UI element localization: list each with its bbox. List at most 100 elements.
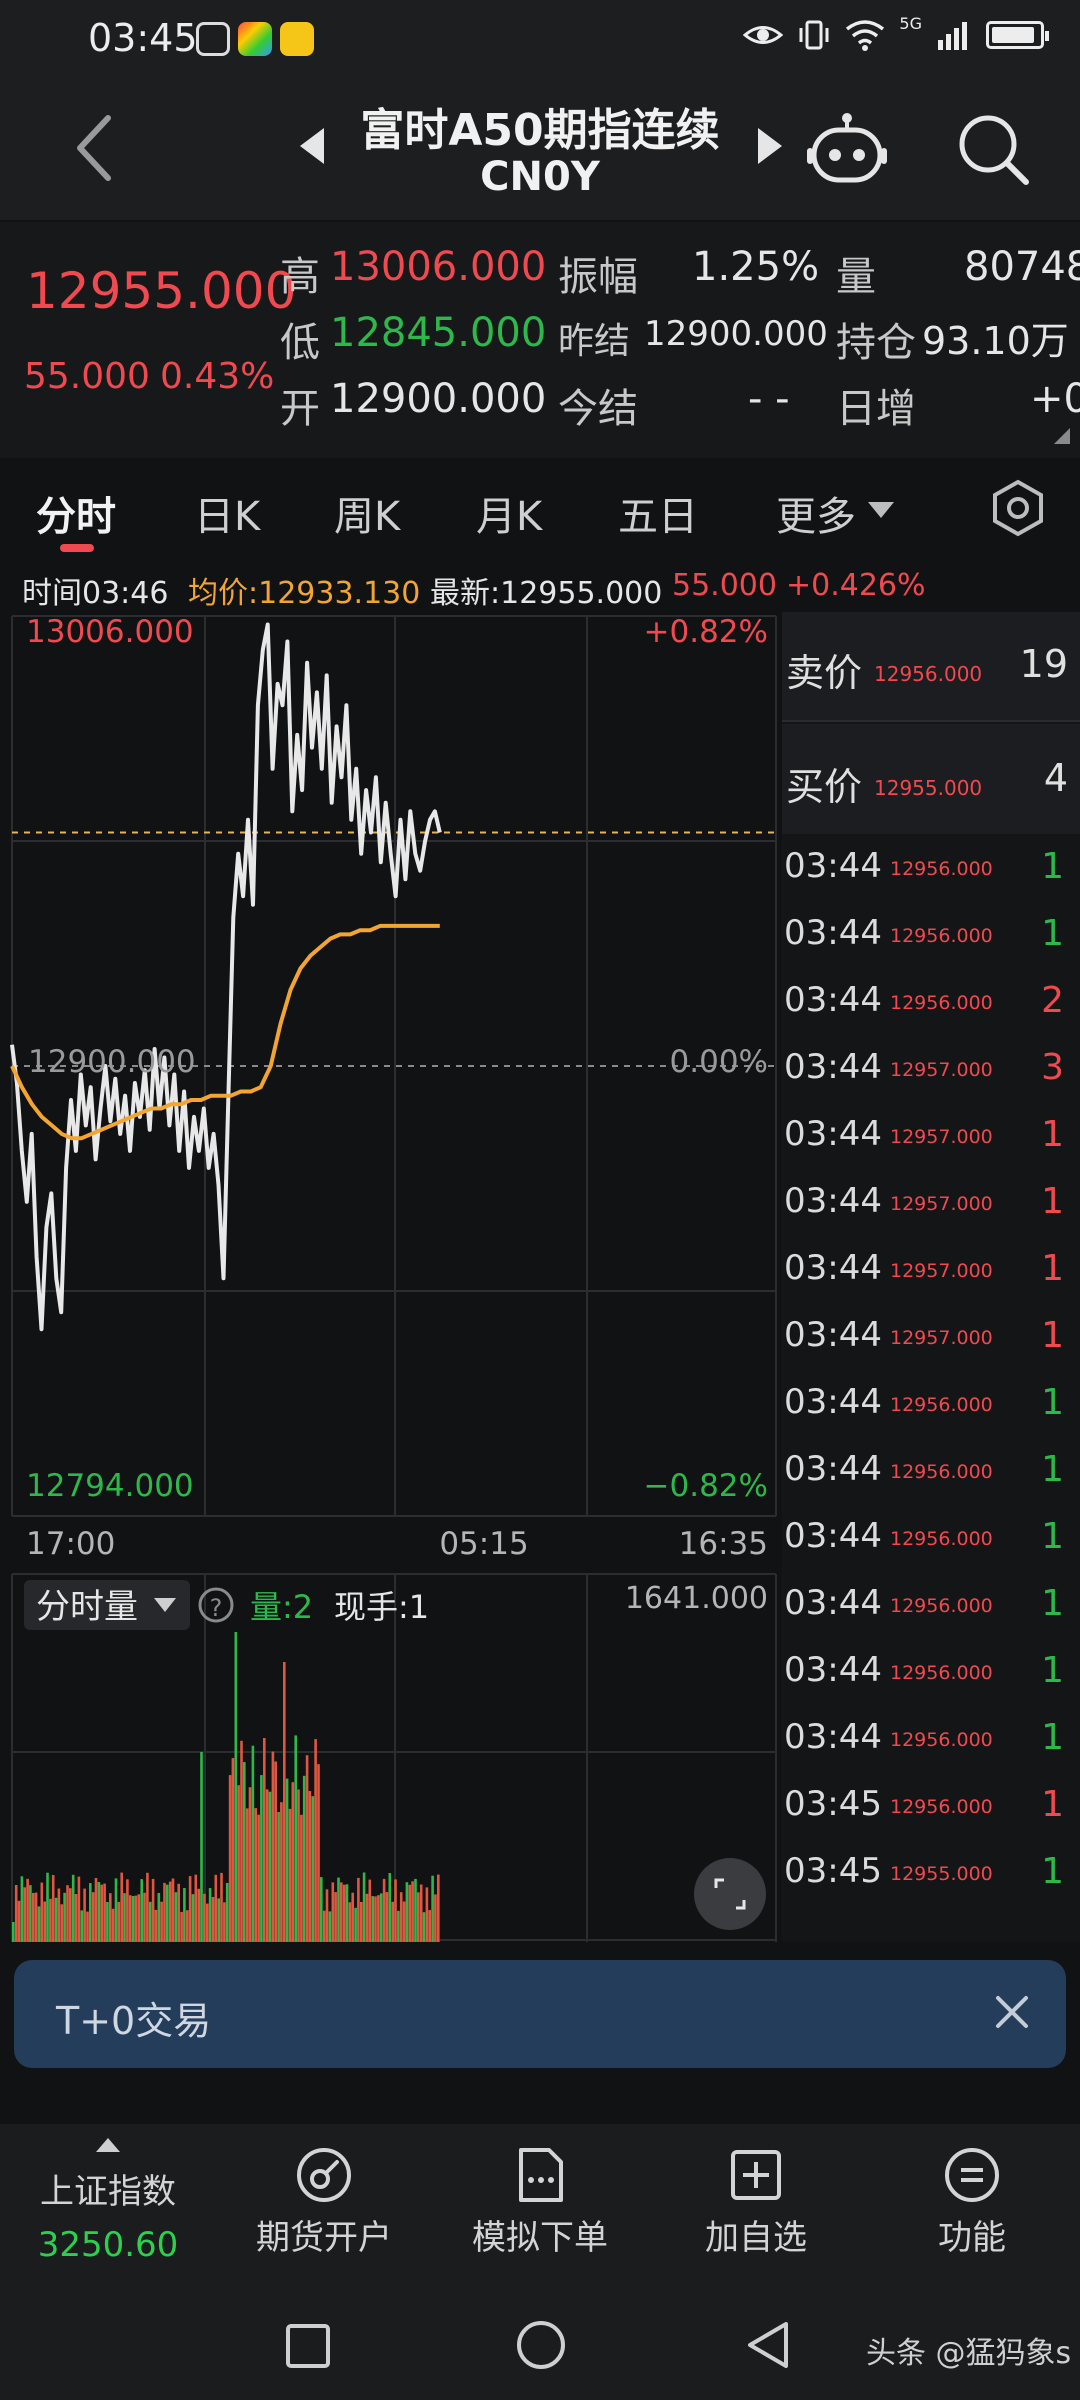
order-book: 卖价 12956.000 19 买价 12955.000 4 03:44 1295… — [782, 612, 1080, 1942]
volume-bar — [100, 1884, 103, 1942]
volume-bar — [377, 1895, 380, 1942]
volume-bar — [194, 1874, 198, 1942]
tab-weekly-k[interactable]: 周K — [334, 484, 400, 542]
tab-intraday[interactable]: 分时 — [36, 484, 116, 542]
home-circle-icon[interactable] — [514, 2318, 568, 2372]
change-readout: 55.000 — [672, 568, 777, 603]
search-icon[interactable] — [954, 110, 1032, 188]
volume-bar — [291, 1782, 295, 1942]
volume-bar — [223, 1902, 226, 1942]
volume-bar — [166, 1884, 169, 1942]
volume-bar — [285, 1778, 289, 1942]
ask-row[interactable]: 卖价 12956.000 19 — [782, 612, 1080, 722]
volume-bar — [163, 1882, 166, 1942]
volume-bar — [331, 1882, 335, 1942]
document-icon — [519, 2148, 563, 2202]
watermark: 头条 @猛犸象s — [866, 2336, 1072, 2371]
volume-bar — [63, 1892, 66, 1942]
volume-bar — [46, 1872, 49, 1942]
volume-bar — [234, 1632, 238, 1942]
volume-bar — [109, 1893, 112, 1942]
trade-price: 12956.000 — [890, 1595, 993, 1617]
trade-qty: 1 — [1041, 1315, 1064, 1356]
back-triangle-icon[interactable] — [742, 2318, 792, 2372]
trade-price: 12956.000 — [890, 1528, 993, 1550]
trade-row: 03:44 12956.000 1 — [782, 1439, 1080, 1506]
volume-bar — [280, 1802, 283, 1942]
trade-row: 03:44 12957.000 1 — [782, 1305, 1080, 1372]
volume-bar — [40, 1882, 44, 1942]
t0-trade-banner[interactable]: T+0交易 — [14, 1960, 1066, 2068]
tab-daily-k[interactable]: 日K — [194, 484, 260, 542]
tab-five-day[interactable]: 五日 — [618, 484, 698, 542]
fullscreen-button[interactable] — [694, 1858, 766, 1930]
trade-price: 12956.000 — [890, 992, 993, 1014]
volume-bar — [14, 1885, 18, 1942]
volume-bar — [111, 1908, 115, 1942]
index-ticker[interactable]: 上证指数 3250.60 — [0, 2138, 216, 2265]
eye-icon — [743, 26, 784, 44]
ask-qty: 19 — [1019, 642, 1068, 686]
volume-bar — [34, 1892, 38, 1942]
trade-row: 03:44 12956.000 1 — [782, 1573, 1080, 1640]
change-pct-readout: +0.426% — [786, 568, 926, 603]
bid-label: 买价 — [786, 765, 863, 809]
close-icon[interactable] — [990, 1990, 1034, 2034]
pct-axis-max-label: +0.82% — [644, 614, 768, 650]
trade-qty: 1 — [1041, 913, 1064, 954]
volume-bar — [89, 1883, 92, 1942]
volume-bar — [320, 1877, 323, 1942]
trade-qty: 1 — [1041, 1583, 1064, 1624]
volume-bar — [220, 1872, 223, 1942]
settings-hexagon-icon[interactable] — [988, 478, 1048, 538]
recents-square-icon[interactable] — [284, 2322, 332, 2370]
tab-monthly-k[interactable]: 月K — [476, 484, 542, 542]
expand-corner-icon[interactable] — [1054, 428, 1070, 444]
volume-bar — [354, 1907, 357, 1942]
volume-bar — [94, 1878, 98, 1942]
y-axis-mid-label: 12900.000 — [28, 1044, 196, 1080]
trade-row: 03:44 12956.000 1 — [782, 1506, 1080, 1573]
nav-functions[interactable]: 功能 — [864, 2146, 1080, 2259]
trade-price: 12956.000 — [890, 1461, 993, 1483]
weibo-icon — [280, 22, 314, 56]
trade-price: 12955.000 — [890, 1863, 993, 1885]
account-open-icon — [297, 2148, 351, 2202]
volume-bar — [29, 1885, 32, 1942]
volume-bar — [32, 1893, 35, 1942]
intraday-chart[interactable]: 13006.000 12900.000 12794.000 +0.82% 0.0… — [0, 612, 782, 1942]
next-contract-arrow-icon[interactable] — [758, 128, 782, 164]
volume-bar — [425, 1887, 429, 1942]
index-value: 3250.60 — [37, 2225, 179, 2265]
volume-bar — [263, 1738, 266, 1942]
trade-time: 03:44 — [784, 1516, 882, 1556]
trade-qty: 1 — [1041, 1650, 1064, 1691]
volume-bar — [308, 1791, 312, 1942]
nav-simulated-order[interactable]: 模拟下单 — [432, 2146, 648, 2259]
bid-row[interactable]: 买价 12955.000 4 — [782, 724, 1080, 834]
volume-bar — [397, 1910, 400, 1942]
trade-time: 03:44 — [784, 1114, 882, 1154]
volume-bar — [128, 1895, 132, 1942]
trade-time: 03:44 — [784, 1382, 882, 1422]
tab-more[interactable]: 更多 — [776, 484, 856, 542]
trade-list[interactable]: 03:44 12956.000 1 03:44 12956.000 1 03:44 12956… — [782, 836, 1080, 1942]
volume-bar — [57, 1888, 61, 1942]
pct-axis-mid-label: 0.00% — [670, 1044, 768, 1080]
nav-futures-account[interactable]: 期货开户 — [216, 2146, 432, 2259]
trade-time: 03:44 — [784, 913, 882, 953]
volume-bar — [54, 1897, 58, 1942]
pct-axis-min-label: −0.82% — [644, 1468, 768, 1504]
robot-assistant-icon[interactable] — [806, 108, 888, 190]
trade-qty: 1 — [1041, 1784, 1064, 1825]
nav-add-watchlist[interactable]: 加自选 — [648, 2146, 864, 2259]
trade-price: 12956.000 — [890, 858, 993, 880]
volume-bar — [437, 1874, 440, 1942]
volume-bar — [206, 1903, 209, 1942]
volume-bar — [12, 1922, 15, 1942]
trade-row: 03:44 12956.000 1 — [782, 836, 1080, 903]
system-nav-bar: 头条 @猛犸象s — [0, 2292, 1080, 2400]
trade-time: 03:44 — [784, 1181, 882, 1221]
chevron-down-icon[interactable] — [868, 502, 894, 518]
page-subtitle: CN0Y — [480, 154, 600, 200]
